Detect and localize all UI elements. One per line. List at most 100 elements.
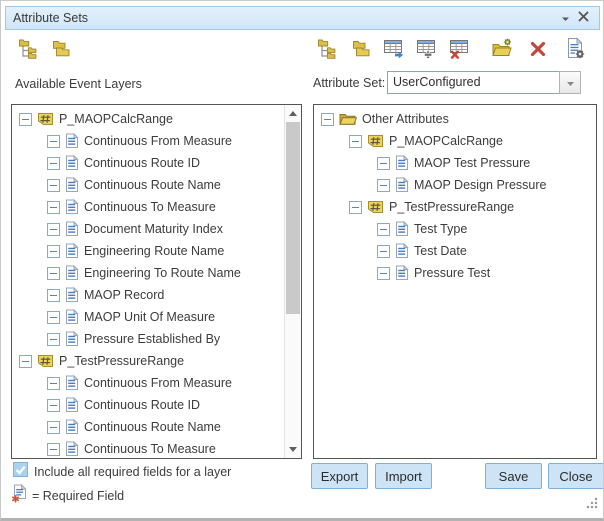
table-arrow-icon <box>383 37 405 64</box>
tree-node-field[interactable]: MAOP Test Pressure <box>314 152 596 174</box>
field-icon <box>65 155 79 171</box>
collapse-toggle-icon[interactable] <box>47 443 60 456</box>
tree-node-field[interactable]: Continuous Route ID <box>12 152 284 174</box>
add-tree-button[interactable] <box>17 38 41 62</box>
close-dialog-button[interactable]: Close <box>548 463 604 489</box>
collapse-toggle-icon[interactable] <box>47 399 60 412</box>
tree-node-folder[interactable]: Other Attributes <box>314 108 596 130</box>
collapse-toggle-icon[interactable] <box>377 157 390 170</box>
doc-gear-icon <box>564 37 586 64</box>
event-layer-icon <box>37 112 54 126</box>
add-folder-button[interactable] <box>49 38 73 62</box>
collapse-toggle-icon[interactable] <box>47 223 60 236</box>
tree-node-field[interactable]: Test Type <box>314 218 596 240</box>
tree-node-label: Pressure Established By <box>84 332 220 346</box>
export-table-button[interactable] <box>382 38 406 62</box>
collapse-toggle-icon[interactable] <box>47 267 60 280</box>
left-panel-scrollbar[interactable] <box>284 105 301 458</box>
close-button[interactable] <box>574 9 592 27</box>
collapse-toggle-icon[interactable] <box>349 135 362 148</box>
field-icon <box>65 133 79 149</box>
tree-node-label: P_MAOPCalcRange <box>389 134 503 148</box>
folders-icon <box>50 37 72 64</box>
dropdown-arrow-icon <box>566 74 575 92</box>
tree-node-field[interactable]: Continuous Route ID <box>12 394 284 416</box>
tree-node-label: Other Attributes <box>362 112 449 126</box>
tree-node-label: Continuous To Measure <box>84 442 216 456</box>
tree-node-field[interactable]: Continuous Route Name <box>12 174 284 196</box>
collapse-toggle-icon[interactable] <box>47 245 60 258</box>
titlebar-menu-button[interactable] <box>556 9 574 27</box>
tree-node-field[interactable]: Continuous To Measure <box>12 196 284 218</box>
table-x-icon <box>449 37 471 64</box>
required-field-label: = Required Field <box>32 489 124 503</box>
field-icon <box>65 221 79 237</box>
include-required-fields-checkbox[interactable] <box>13 462 28 482</box>
tree-node-label: Continuous Route Name <box>84 420 221 434</box>
folder-settings-button[interactable] <box>490 38 514 62</box>
attribute-set-dropdown-button[interactable] <box>559 71 581 94</box>
tree-node-field[interactable]: MAOP Unit Of Measure <box>12 306 284 328</box>
tree-node-layer[interactable]: P_TestPressureRange <box>12 350 284 372</box>
event-layer-icon <box>367 200 384 214</box>
collapse-toggle-icon[interactable] <box>377 179 390 192</box>
attribute-set-panel: Other Attributes P_MAOPCalcRange MAOP Test… <box>313 104 597 459</box>
tree-node-field[interactable]: Continuous From Measure <box>12 372 284 394</box>
tree-node-field[interactable]: Test Date <box>314 240 596 262</box>
tree-node-field[interactable]: Continuous Route Name <box>12 416 284 438</box>
collapse-toggle-icon[interactable] <box>19 113 32 126</box>
attribute-sets-dialog: Attribute Sets Available Event Layers At… <box>0 0 604 521</box>
include-required-fields-label: Include all required fields for a layer <box>34 465 231 479</box>
collapse-toggle-icon[interactable] <box>47 135 60 148</box>
collapse-toggle-icon[interactable] <box>377 223 390 236</box>
collapse-toggle-icon[interactable] <box>349 201 362 214</box>
collapse-toggle-icon[interactable] <box>377 245 390 258</box>
tree-node-field[interactable]: Continuous From Measure <box>12 130 284 152</box>
properties-button[interactable] <box>563 38 587 62</box>
collapse-toggle-icon[interactable] <box>47 157 60 170</box>
save-button[interactable]: Save <box>485 463 542 489</box>
tree-node-label: Engineering Route Name <box>84 244 224 258</box>
tree-folders-icon <box>317 37 339 64</box>
tree-node-layer[interactable]: P_TestPressureRange <box>314 196 596 218</box>
tree-node-field[interactable]: Pressure Established By <box>12 328 284 350</box>
tree-node-label: MAOP Record <box>84 288 164 302</box>
collapse-toggle-icon[interactable] <box>47 289 60 302</box>
remove-table-button[interactable] <box>448 38 472 62</box>
add-folder-button[interactable] <box>349 38 373 62</box>
collapse-toggle-icon[interactable] <box>19 355 32 368</box>
collapse-toggle-icon[interactable] <box>47 311 60 324</box>
scroll-up-button[interactable] <box>285 105 301 122</box>
import-button[interactable]: Import <box>375 463 432 489</box>
collapse-toggle-icon[interactable] <box>47 333 60 346</box>
add-table-button[interactable] <box>415 38 439 62</box>
scroll-down-button[interactable] <box>285 441 301 458</box>
collapse-toggle-icon[interactable] <box>47 179 60 192</box>
export-button[interactable]: Export <box>311 463 368 489</box>
collapse-toggle-icon[interactable] <box>47 377 60 390</box>
tree-node-field[interactable]: Engineering Route Name <box>12 240 284 262</box>
tree-node-field[interactable]: MAOP Design Pressure <box>314 174 596 196</box>
scrollbar-thumb[interactable] <box>286 122 300 314</box>
collapse-toggle-icon[interactable] <box>321 113 334 126</box>
collapse-toggle-icon[interactable] <box>47 421 60 434</box>
attribute-set-combobox[interactable]: UserConfigured <box>387 71 559 94</box>
tree-node-field[interactable]: Document Maturity Index <box>12 218 284 240</box>
tree-node-label: Document Maturity Index <box>84 222 223 236</box>
field-icon <box>65 309 79 325</box>
tree-node-layer[interactable]: P_MAOPCalcRange <box>12 108 284 130</box>
tree-node-field[interactable]: Engineering To Route Name <box>12 262 284 284</box>
titlebar[interactable]: Attribute Sets <box>5 6 600 30</box>
collapse-toggle-icon[interactable] <box>47 201 60 214</box>
add-tree-button[interactable] <box>316 38 340 62</box>
collapse-toggle-icon[interactable] <box>377 267 390 280</box>
tree-node-field[interactable]: MAOP Record <box>12 284 284 306</box>
delete-button[interactable] <box>526 38 550 62</box>
tree-node-field[interactable]: Continuous To Measure <box>12 438 284 458</box>
event-layer-icon <box>367 134 384 148</box>
tree-node-layer[interactable]: P_MAOPCalcRange <box>314 130 596 152</box>
resize-grip[interactable] <box>585 496 598 514</box>
tree-node-label: Continuous Route Name <box>84 178 221 192</box>
tree-node-field[interactable]: Pressure Test <box>314 262 596 284</box>
dialog-title: Attribute Sets <box>13 11 556 25</box>
